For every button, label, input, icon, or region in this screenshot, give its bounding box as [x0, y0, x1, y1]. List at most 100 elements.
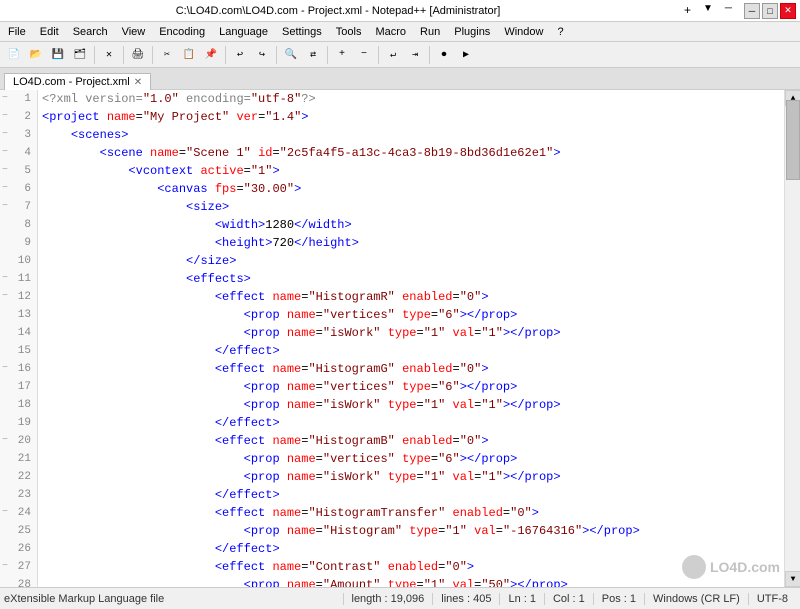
line-number: 7	[0, 198, 37, 216]
window-minimize-button[interactable]: ─	[744, 3, 760, 19]
code-line: <?xml version="1.0" encoding="utf-8"?>	[42, 90, 780, 108]
status-sections: length : 19,096 lines : 405 Ln : 1 Col :…	[343, 593, 797, 605]
toolbar-sep-5	[276, 46, 277, 64]
line-number: 28	[0, 576, 37, 587]
toolbar-sep-4	[225, 46, 226, 64]
line-number: 27	[0, 558, 37, 576]
status-encoding: UTF-8	[748, 593, 796, 605]
add-tab-button[interactable]: +	[680, 3, 695, 19]
code-line: <effect name="HistogramR" enabled="0">	[42, 288, 780, 306]
code-line: <prop name="isWork" type="1" val="1"></p…	[42, 468, 780, 486]
find-replace-button[interactable]: ⇄	[303, 45, 323, 65]
zoom-in-button[interactable]: +	[332, 45, 352, 65]
code-line: </size>	[42, 252, 780, 270]
paste-button[interactable]: 📌	[201, 45, 221, 65]
code-line: </effect>	[42, 486, 780, 504]
watermark: LO4D.com	[682, 555, 780, 579]
menu-view[interactable]: View	[116, 24, 152, 40]
scrollbar[interactable]: ▲ ▼	[784, 90, 800, 587]
copy-button[interactable]: 📋	[179, 45, 199, 65]
menu-encoding[interactable]: Encoding	[153, 24, 211, 40]
code-line: <scenes>	[42, 126, 780, 144]
line-number: 4	[0, 144, 37, 162]
line-number: 19	[0, 414, 37, 432]
line-number: 8	[0, 216, 37, 234]
line-number: 6	[0, 180, 37, 198]
macro-record-button[interactable]: ⏺	[434, 45, 454, 65]
line-number: 17	[0, 378, 37, 396]
menu-help[interactable]: ?	[551, 24, 569, 40]
line-number: 18	[0, 396, 37, 414]
window-close-button[interactable]: ✕	[780, 3, 796, 19]
toolbar-sep-2	[123, 46, 124, 64]
line-number: 25	[0, 522, 37, 540]
line-number: 2	[0, 108, 37, 126]
code-line: <effects>	[42, 270, 780, 288]
title-bar: C:\LO4D.com\LO4D.com - Project.xml - Not…	[0, 0, 800, 22]
menu-search[interactable]: Search	[67, 24, 114, 40]
code-line: <prop name="vertices" type="6"></prop>	[42, 306, 780, 324]
find-button[interactable]: 🔍	[281, 45, 301, 65]
tab-bar: LO4D.com - Project.xml ✕	[0, 68, 800, 90]
line-number: 23	[0, 486, 37, 504]
save-all-button[interactable]: 🗂	[70, 45, 90, 65]
line-number: 20	[0, 432, 37, 450]
code-line: <prop name="vertices" type="6"></prop>	[42, 450, 780, 468]
chevron-down-button[interactable]: ▼	[699, 3, 717, 19]
line-number: 1	[0, 90, 37, 108]
toolbar-sep-3	[152, 46, 153, 64]
menu-file[interactable]: File	[2, 24, 32, 40]
menu-language[interactable]: Language	[213, 24, 274, 40]
close-file-button[interactable]: ✕	[99, 45, 119, 65]
window-maximize-button[interactable]: □	[762, 3, 778, 19]
status-length: length : 19,096	[343, 593, 433, 605]
line-number: 10	[0, 252, 37, 270]
zoom-out-button[interactable]: −	[354, 45, 374, 65]
menu-plugins[interactable]: Plugins	[448, 24, 496, 40]
tab-label: LO4D.com - Project.xml	[13, 76, 130, 88]
title-controls: + ▼ ─ ─ □ ✕	[672, 3, 796, 19]
menu-run[interactable]: Run	[414, 24, 446, 40]
open-file-button[interactable]: 📂	[26, 45, 46, 65]
scrollbar-down-button[interactable]: ▼	[785, 571, 800, 587]
tab-close-icon[interactable]: ✕	[134, 77, 142, 88]
line-number: 3	[0, 126, 37, 144]
toolbar-sep-8	[429, 46, 430, 64]
menu-edit[interactable]: Edit	[34, 24, 65, 40]
watermark-text: LO4D.com	[710, 559, 780, 575]
menu-window[interactable]: Window	[498, 24, 549, 40]
code-line: </effect>	[42, 540, 780, 558]
code-line: <scene name="Scene 1" id="2c5fa4f5-a13c-…	[42, 144, 780, 162]
toolbar-sep-6	[327, 46, 328, 64]
redo-button[interactable]: ↪	[252, 45, 272, 65]
minimize-window-button[interactable]: ─	[721, 3, 736, 19]
line-number: 11	[0, 270, 37, 288]
line-number: 21	[0, 450, 37, 468]
title-text: C:\LO4D.com\LO4D.com - Project.xml - Not…	[4, 5, 672, 17]
status-lines: lines : 405	[432, 593, 499, 605]
new-file-button[interactable]: 📄	[4, 45, 24, 65]
code-line: <height>720</height>	[42, 234, 780, 252]
print-button[interactable]: 🖨	[128, 45, 148, 65]
status-pos: Pos : 1	[593, 593, 644, 605]
menu-macro[interactable]: Macro	[369, 24, 412, 40]
tab-project-xml[interactable]: LO4D.com - Project.xml ✕	[4, 73, 151, 90]
line-number: 14	[0, 324, 37, 342]
code-area[interactable]: <?xml version="1.0" encoding="utf-8"?> <…	[38, 90, 784, 587]
code-line: <size>	[42, 198, 780, 216]
cut-button[interactable]: ✂	[157, 45, 177, 65]
menu-tools[interactable]: Tools	[330, 24, 368, 40]
save-file-button[interactable]: 💾	[48, 45, 68, 65]
wordwrap-button[interactable]: ↵	[383, 45, 403, 65]
undo-button[interactable]: ↩	[230, 45, 250, 65]
scrollbar-thumb[interactable]	[786, 100, 800, 180]
code-line: <vcontext active="1">	[42, 162, 780, 180]
toolbar: 📄 📂 💾 🗂 ✕ 🖨 ✂ 📋 📌 ↩ ↪ 🔍 ⇄ + − ↵ ⇥ ⏺ ▶	[0, 42, 800, 68]
file-type-label: eXtensible Markup Language file	[4, 593, 343, 605]
toolbar-sep-7	[378, 46, 379, 64]
macro-play-button[interactable]: ▶	[456, 45, 476, 65]
menu-settings[interactable]: Settings	[276, 24, 328, 40]
status-ln: Ln : 1	[499, 593, 544, 605]
indent-button[interactable]: ⇥	[405, 45, 425, 65]
status-line-ending: Windows (CR LF)	[644, 593, 748, 605]
